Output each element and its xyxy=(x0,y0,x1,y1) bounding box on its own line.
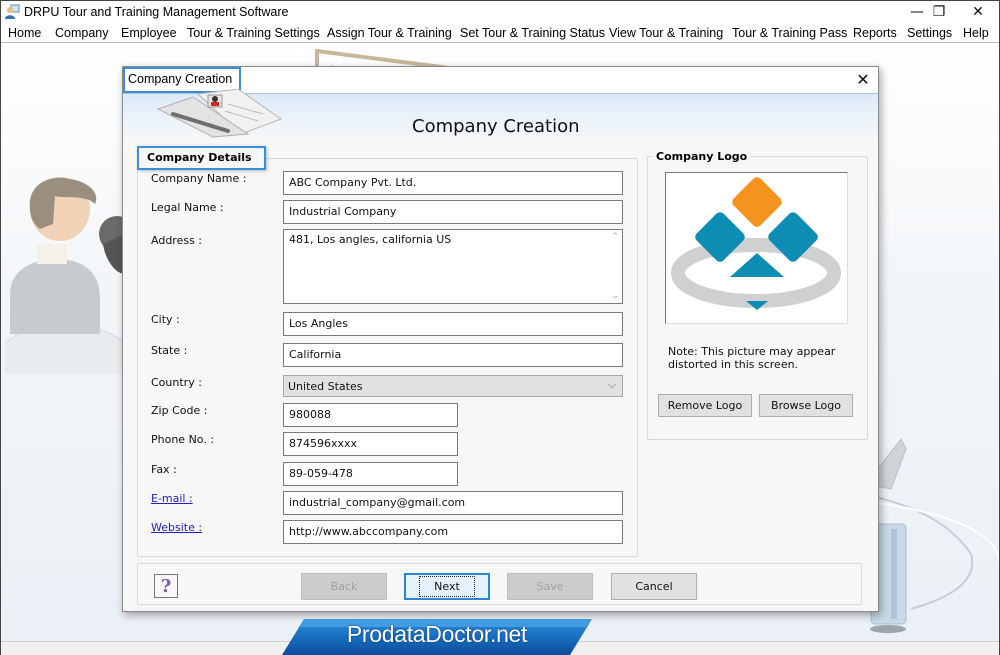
dialog-close-button[interactable]: ✕ xyxy=(853,70,873,90)
next-button-label: Next xyxy=(419,576,475,597)
state-input[interactable]: California xyxy=(283,343,623,367)
close-icon: ✕ xyxy=(856,70,870,89)
menu-view-tour-training[interactable]: View Tour & Training xyxy=(609,26,723,40)
app-title: DRPU Tour and Training Management Softwa… xyxy=(24,5,289,19)
people-illustration xyxy=(5,177,125,374)
cancel-button[interactable]: Cancel xyxy=(611,573,697,600)
fax-label: Fax : xyxy=(151,463,177,476)
maximize-button[interactable]: ❐ xyxy=(919,1,959,23)
close-button[interactable]: ✕ xyxy=(958,1,998,23)
logo-note: Note: This picture may appear distorted … xyxy=(668,345,836,371)
zip-code-label: Zip Code : xyxy=(151,404,208,417)
company-logo-title: Company Logo xyxy=(653,150,751,163)
city-label: City : xyxy=(151,313,180,326)
help-button[interactable]: ? xyxy=(154,574,178,598)
company-name-input[interactable]: ABC Company Pvt. Ltd. xyxy=(283,171,623,195)
company-details-title: Company Details xyxy=(137,146,266,170)
save-button[interactable]: Save xyxy=(507,573,593,600)
website-input[interactable]: http://www.abccompany.com xyxy=(283,520,623,544)
company-logo-preview xyxy=(665,172,848,324)
dialog-heading: Company Creation xyxy=(412,116,580,137)
address-textarea[interactable]: 481, Los angles, california US ⌃ ⌄ xyxy=(283,229,623,304)
menu-help[interactable]: Help xyxy=(963,26,989,40)
menu-assign-tour-training[interactable]: Assign Tour & Training xyxy=(327,26,452,40)
zip-code-input[interactable]: 980088 xyxy=(283,403,458,427)
remove-logo-button[interactable]: Remove Logo xyxy=(658,394,752,417)
browse-logo-button[interactable]: Browse Logo xyxy=(759,394,853,417)
next-button[interactable]: Next xyxy=(404,573,490,600)
menu-home[interactable]: Home xyxy=(8,26,41,40)
menu-tour-training-pass[interactable]: Tour & Training Pass xyxy=(732,26,847,40)
menu-company[interactable]: Company xyxy=(55,26,109,40)
close-icon: ✕ xyxy=(972,4,984,20)
phone-label: Phone No. : xyxy=(151,433,215,446)
phone-input[interactable]: 874596xxxx xyxy=(283,432,458,456)
menu-bar: Home Company Employee Tour & Training Se… xyxy=(1,23,999,43)
restore-icon: ❐ xyxy=(932,4,946,20)
menu-reports[interactable]: Reports xyxy=(853,26,897,40)
fax-input[interactable]: 89-059-478 xyxy=(283,462,458,486)
company-name-label: Company Name : xyxy=(151,172,247,185)
brand-banner: ProdataDoctor.net xyxy=(282,619,592,655)
menu-tour-training-settings[interactable]: Tour & Training Settings xyxy=(187,26,320,40)
email-link[interactable]: E-mail : xyxy=(151,492,193,505)
scroll-up-icon[interactable]: ⌃ xyxy=(611,232,619,242)
title-bar: DRPU Tour and Training Management Softwa… xyxy=(1,1,999,23)
legal-name-label: Legal Name : xyxy=(151,201,224,214)
menu-settings[interactable]: Settings xyxy=(907,26,952,40)
menu-employee[interactable]: Employee xyxy=(121,26,177,40)
company-creation-dialog: Company Creation ✕ Company Creation Comp… xyxy=(122,66,879,612)
country-label: Country : xyxy=(151,376,202,389)
state-label: State : xyxy=(151,344,188,357)
country-select[interactable]: United States ⌵ xyxy=(283,375,623,397)
address-value: 481, Los angles, california US xyxy=(289,233,452,246)
back-button[interactable]: Back xyxy=(301,573,387,600)
footer-panel xyxy=(137,563,862,605)
document-pen-icon xyxy=(156,89,283,138)
chevron-down-icon: ⌵ xyxy=(607,378,616,391)
brand-text: ProdataDoctor.net xyxy=(346,621,528,647)
legal-name-input[interactable]: Industrial Company xyxy=(283,200,623,224)
menu-set-tour-training-status[interactable]: Set Tour & Training Status xyxy=(460,26,605,40)
country-value: United States xyxy=(288,380,363,393)
email-input[interactable]: industrial_company@gmail.com xyxy=(283,491,623,515)
city-input[interactable]: Los Angles xyxy=(283,312,623,336)
website-link[interactable]: Website : xyxy=(151,521,202,534)
scroll-down-icon[interactable]: ⌄ xyxy=(611,291,619,301)
help-icon: ? xyxy=(160,575,172,597)
app-icon xyxy=(5,4,20,19)
address-label: Address : xyxy=(151,234,203,247)
company-logo-image xyxy=(671,177,841,310)
